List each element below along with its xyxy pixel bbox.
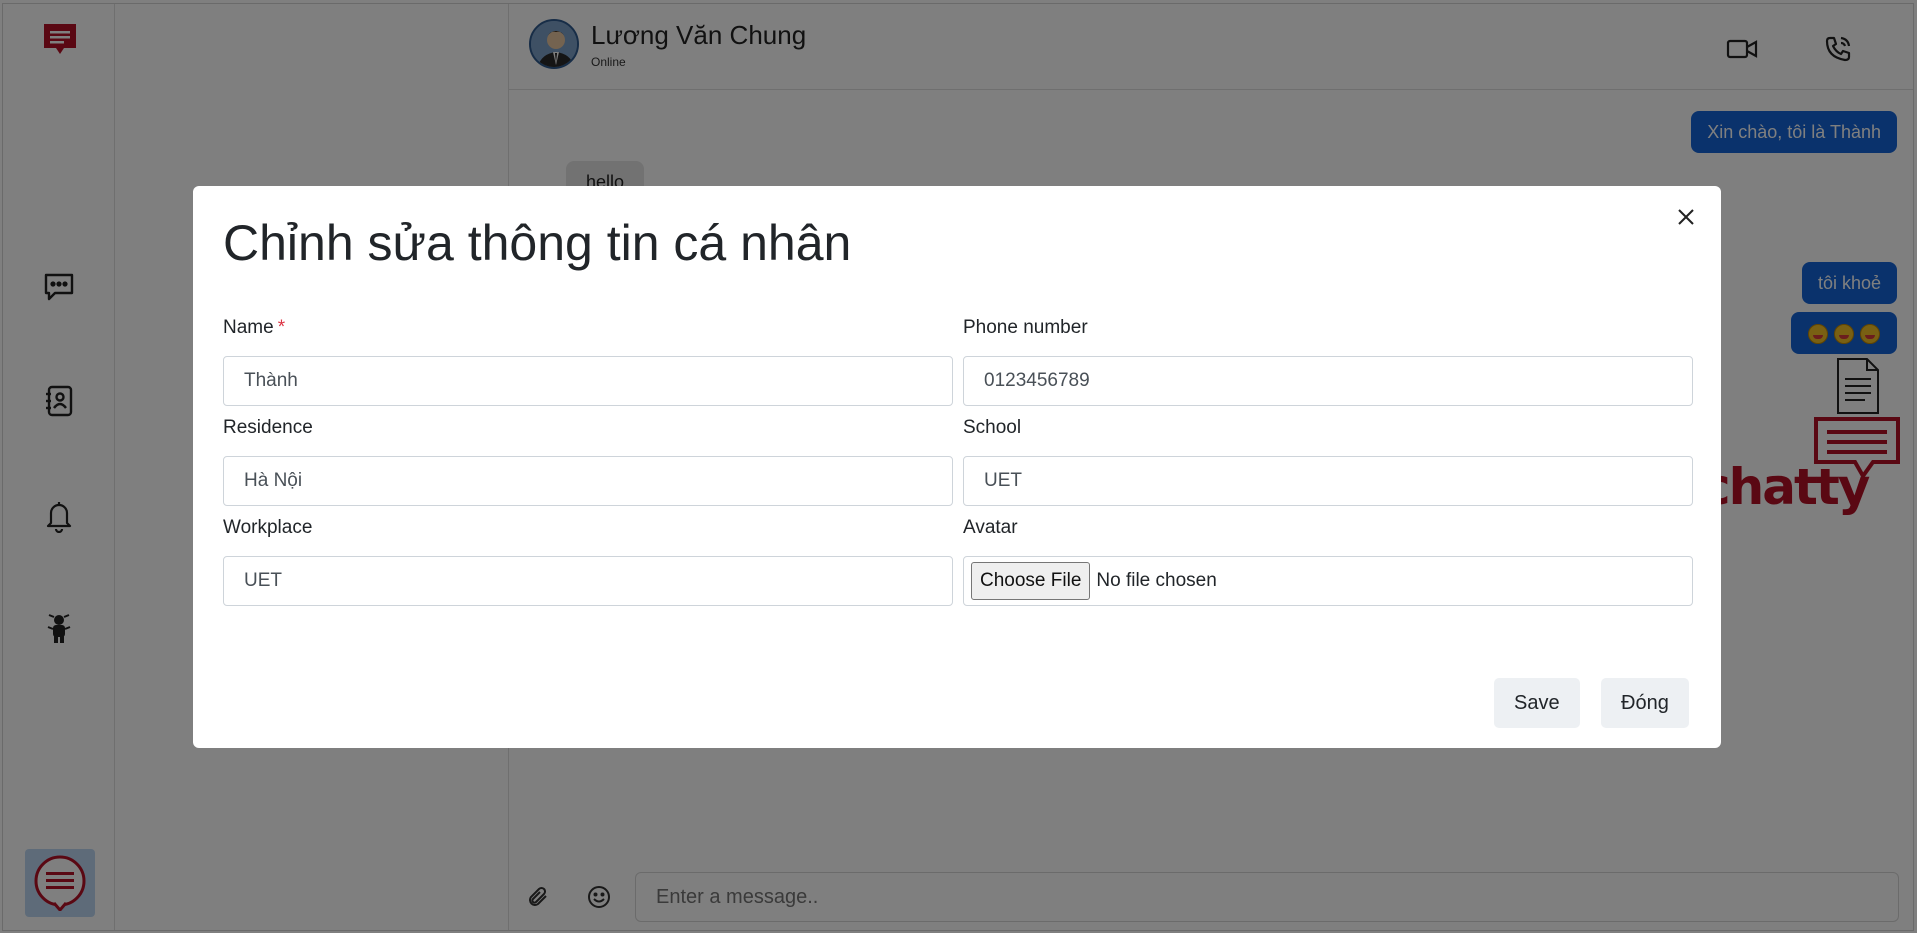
name-label: Name * xyxy=(223,317,286,338)
phone-input[interactable] xyxy=(963,356,1693,406)
choose-file-button[interactable]: Choose File xyxy=(971,562,1091,600)
name-field: Name * xyxy=(223,314,953,406)
phone-field: Phone number xyxy=(963,314,1693,406)
residence-input[interactable] xyxy=(223,456,953,506)
edit-profile-modal: Chỉnh sửa thông tin cá nhân Name* Phone … xyxy=(193,186,1721,748)
save-button[interactable]: Save xyxy=(1494,678,1580,728)
name-input[interactable] xyxy=(223,356,953,406)
modal-title: Chỉnh sửa thông tin cá nhân xyxy=(223,215,852,271)
school-input[interactable] xyxy=(963,456,1693,506)
close-button[interactable]: Đóng xyxy=(1601,678,1689,728)
residence-field: Residence xyxy=(223,414,953,506)
close-icon[interactable] xyxy=(1671,202,1701,232)
workplace-input[interactable] xyxy=(223,556,953,606)
school-field: School xyxy=(963,414,1693,506)
avatar-field: Avatar Choose File No file chosen xyxy=(963,514,1693,606)
residence-label: Residence xyxy=(223,417,313,438)
school-label: School xyxy=(963,417,1022,438)
workplace-field: Workplace xyxy=(223,514,953,606)
file-status: No file chosen xyxy=(1096,570,1217,591)
required-mark: * xyxy=(277,317,286,338)
phone-label: Phone number xyxy=(963,317,1088,338)
avatar-label: Avatar xyxy=(963,517,1018,538)
avatar-file-input[interactable]: Choose File No file chosen xyxy=(963,556,1693,606)
workplace-label: Workplace xyxy=(223,517,313,538)
